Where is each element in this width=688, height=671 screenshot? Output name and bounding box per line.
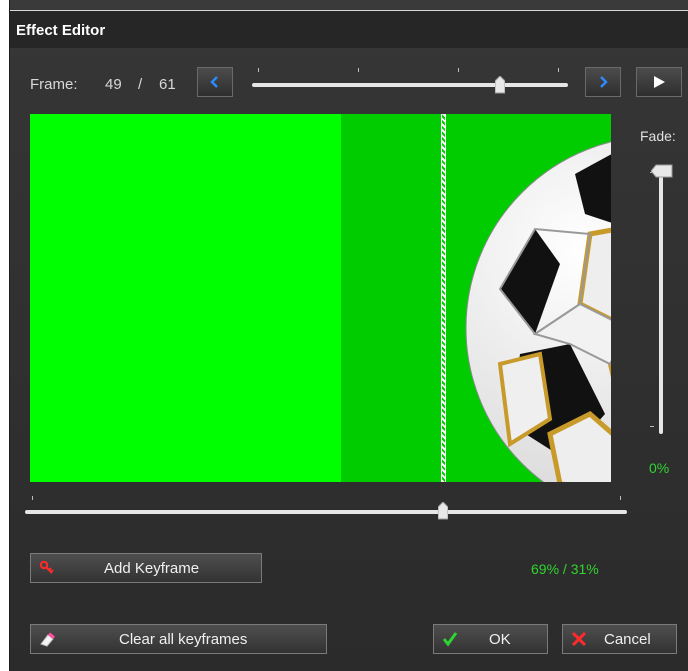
- transition-ratio: 69% / 31%: [531, 561, 599, 577]
- title-bar: Effect Editor: [10, 10, 688, 48]
- play-button[interactable]: [636, 67, 682, 97]
- window-title: Effect Editor: [16, 22, 106, 39]
- play-icon: [654, 76, 665, 88]
- fade-label: Fade:: [640, 128, 676, 144]
- soccer-ball-image: [465, 141, 611, 482]
- frame-slider-thumb[interactable]: [495, 76, 505, 94]
- transition-slider-thumb[interactable]: [438, 502, 448, 520]
- fade-slider-thumb[interactable]: [651, 164, 673, 178]
- fade-slider-track[interactable]: [659, 172, 663, 434]
- next-frame-button[interactable]: [585, 67, 621, 97]
- ok-button[interactable]: OK: [433, 624, 548, 654]
- frame-total: 61: [159, 76, 176, 93]
- clear-keyframes-label: Clear all keyframes: [119, 631, 248, 648]
- key-icon: [39, 560, 54, 574]
- effect-editor-window: Effect Editor Frame: 49 / 61 Fade: 0% Ad…: [9, 0, 688, 671]
- add-keyframe-label: Add Keyframe: [104, 560, 200, 577]
- close-icon: [571, 631, 587, 647]
- frame-current: 49: [105, 76, 122, 93]
- fade-value: 0%: [649, 460, 670, 476]
- frame-separator: /: [138, 76, 143, 93]
- chevron-right-icon: [600, 76, 608, 88]
- clear-keyframes-button[interactable]: Clear all keyframes: [30, 624, 327, 654]
- check-icon: [442, 632, 458, 647]
- chevron-left-icon: [210, 76, 218, 88]
- frame-label: Frame:: [30, 76, 78, 93]
- effect-preview: [30, 114, 611, 482]
- transition-slider-track[interactable]: [25, 510, 627, 514]
- prev-frame-button[interactable]: [197, 67, 233, 97]
- frame-slider-track[interactable]: [252, 83, 568, 87]
- eraser-icon: [40, 632, 55, 647]
- cancel-label: Cancel: [604, 631, 651, 648]
- ok-label: OK: [489, 631, 511, 648]
- add-keyframe-button[interactable]: Add Keyframe: [30, 553, 262, 583]
- cancel-button[interactable]: Cancel: [562, 624, 677, 654]
